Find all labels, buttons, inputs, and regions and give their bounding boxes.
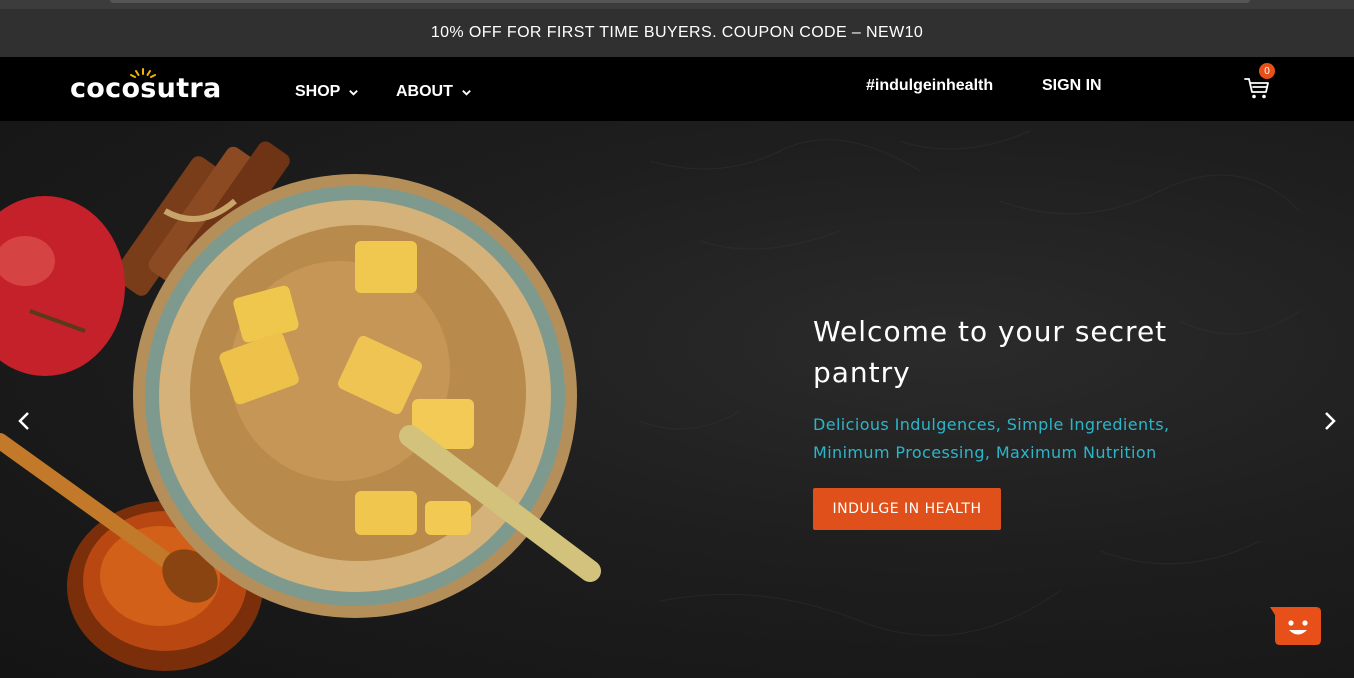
browser-chrome-strip <box>0 0 1354 9</box>
nav-hashtag-link[interactable]: #indulgeinhealth <box>866 54 993 118</box>
chat-smiley-icon[interactable] <box>1268 607 1322 647</box>
apple <box>0 196 125 376</box>
announcement-text: 10% OFF FOR FIRST TIME BUYERS. COUPON CO… <box>430 24 924 41</box>
site-header: cocosutra SHOP ABOUT #indulgeinhealth SI… <box>0 57 1354 121</box>
hero-subtitle-line-1: Delicious Indulgences, Simple Ingredient… <box>813 415 1170 434</box>
oatmeal-bowl <box>133 174 601 618</box>
hero-slider: Welcome to your secret pantry Delicious … <box>0 121 1354 678</box>
site-logo[interactable]: cocosutra <box>70 68 250 107</box>
hero-oatmeal-image <box>0 141 601 671</box>
hero-subtitle-line-2: Minimum Processing, Maximum Nutrition <box>813 443 1157 462</box>
sign-in-link[interactable]: SIGN IN <box>1042 54 1102 118</box>
hero-title: Welcome to your secret pantry <box>813 315 1168 389</box>
nav-about[interactable]: ABOUT <box>396 60 472 124</box>
nav-shop-label: SHOP <box>295 83 341 100</box>
browser-tab-edge <box>110 0 1250 3</box>
chevron-down-icon <box>349 89 359 96</box>
chevron-down-icon <box>462 89 471 96</box>
chevron-right-icon[interactable] <box>1320 409 1340 433</box>
chevron-left-icon[interactable] <box>14 409 34 433</box>
indulge-in-health-button[interactable]: INDULGE IN HEALTH <box>813 488 1001 530</box>
hero-subtitle: Delicious Indulgences, Simple Ingredient… <box>813 411 1213 467</box>
nav-shop[interactable]: SHOP <box>295 60 359 124</box>
logo-sun-icon <box>130 68 156 78</box>
nav-hashtag-label: #indulgeinhealth <box>866 77 994 94</box>
announcement-bar: 10% OFF FOR FIRST TIME BUYERS. COUPON CO… <box>0 9 1354 57</box>
cart-count-badge: 0 <box>1259 63 1275 79</box>
nav-about-label: ABOUT <box>396 83 453 100</box>
sign-in-label: SIGN IN <box>1042 77 1102 94</box>
